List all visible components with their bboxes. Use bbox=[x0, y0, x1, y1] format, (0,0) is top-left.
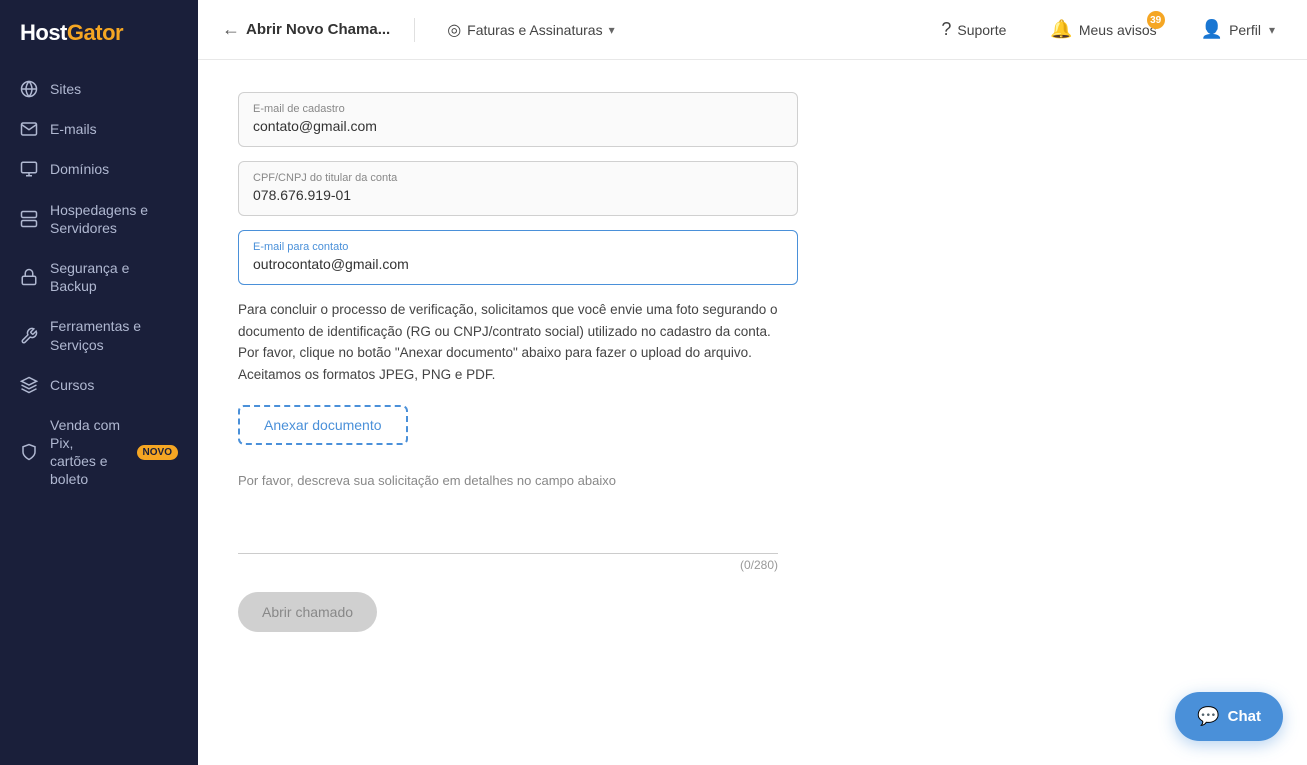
domain-icon bbox=[20, 160, 38, 178]
contact-email-field-container: E-mail para contato bbox=[238, 230, 798, 285]
tools-icon bbox=[20, 327, 38, 345]
attach-document-button[interactable]: Anexar documento bbox=[238, 405, 408, 445]
sidebar-item-hosting[interactable]: Hospedagens e Servidores bbox=[8, 191, 190, 247]
verification-info-text: Para concluir o processo de verificação,… bbox=[238, 299, 778, 385]
sidebar-item-sell[interactable]: Venda com Pix, cartões e boleto NOVO bbox=[8, 406, 190, 499]
sidebar-item-label: Segurança e Backup bbox=[50, 259, 178, 295]
billing-menu[interactable]: ◎ Faturas e Assinaturas ▾ bbox=[439, 14, 622, 46]
sidebar-item-emails[interactable]: E-mails bbox=[8, 110, 190, 148]
textarea-wrapper bbox=[238, 496, 778, 554]
char-count: (0/280) bbox=[238, 558, 778, 572]
new-badge: NOVO bbox=[137, 445, 178, 460]
email-field-container: E-mail de cadastro bbox=[238, 92, 798, 147]
cpf-input[interactable] bbox=[253, 187, 783, 203]
profile-label: Perfil bbox=[1229, 22, 1261, 38]
profile-chevron-icon: ▾ bbox=[1269, 23, 1275, 37]
support-button[interactable]: ? Suporte bbox=[933, 13, 1014, 46]
sidebar-item-sites[interactable]: Sites bbox=[8, 70, 190, 108]
sidebar-item-label: Sites bbox=[50, 80, 81, 98]
sidebar-item-domains[interactable]: Domínios bbox=[8, 150, 190, 188]
textarea-placeholder-label: Por favor, descreva sua solicitação em d… bbox=[238, 473, 778, 488]
page-title: Abrir Novo Chama... bbox=[246, 21, 390, 38]
email-input[interactable] bbox=[253, 118, 783, 134]
support-label: Suporte bbox=[957, 22, 1006, 38]
cpf-field-container: CPF/CNPJ do titular da conta bbox=[238, 161, 798, 216]
sidebar-item-label: Ferramentas e Serviços bbox=[50, 317, 178, 353]
sidebar-item-courses[interactable]: Cursos bbox=[8, 366, 190, 404]
billing-label: Faturas e Assinaturas bbox=[467, 22, 602, 38]
billing-chevron-icon: ▾ bbox=[609, 23, 615, 37]
sidebar-item-label: Venda com Pix, cartões e boleto bbox=[50, 416, 121, 489]
profile-button[interactable]: 👤 Perfil ▾ bbox=[1193, 13, 1283, 46]
header-divider bbox=[414, 18, 415, 42]
chat-button[interactable]: 💬 Chat bbox=[1175, 692, 1283, 741]
email-label: E-mail de cadastro bbox=[253, 103, 783, 115]
sidebar-item-label: Cursos bbox=[50, 376, 94, 394]
logo: HostGator bbox=[0, 0, 198, 70]
notification-count-badge: 39 bbox=[1147, 11, 1165, 29]
sell-icon bbox=[20, 443, 38, 461]
sidebar-item-label: E-mails bbox=[50, 120, 97, 138]
profile-icon: 👤 bbox=[1201, 19, 1223, 40]
description-textarea[interactable] bbox=[238, 496, 778, 544]
back-arrow-icon: ← bbox=[222, 19, 240, 40]
billing-icon: ◎ bbox=[447, 20, 461, 40]
courses-icon bbox=[20, 376, 38, 394]
contact-email-label: E-mail para contato bbox=[253, 241, 783, 253]
notifications-label: Meus avisos bbox=[1079, 22, 1157, 38]
support-icon: ? bbox=[941, 19, 951, 40]
chat-icon: 💬 bbox=[1197, 706, 1219, 727]
form-section: E-mail de cadastro CPF/CNPJ do titular d… bbox=[238, 92, 798, 632]
lock-icon bbox=[20, 268, 38, 286]
content-area: E-mail de cadastro CPF/CNPJ do titular d… bbox=[198, 60, 1307, 765]
sidebar-item-tools[interactable]: Ferramentas e Serviços bbox=[8, 307, 190, 363]
sidebar-nav: Sites E-mails Domínios Hospedagens e Ser… bbox=[0, 70, 198, 765]
contact-email-input[interactable] bbox=[253, 256, 783, 272]
back-button[interactable]: ← Abrir Novo Chama... bbox=[222, 19, 390, 40]
sidebar-item-security[interactable]: Segurança e Backup bbox=[8, 249, 190, 305]
main-area: ← Abrir Novo Chama... ◎ Faturas e Assina… bbox=[198, 0, 1307, 765]
notifications-button[interactable]: 🔔 39 Meus avisos bbox=[1042, 13, 1164, 46]
bell-icon: 🔔 bbox=[1050, 19, 1072, 40]
sidebar-item-label: Domínios bbox=[50, 160, 109, 178]
sidebar: HostGator Sites E-mails Domínios Hospeda… bbox=[0, 0, 198, 765]
cpf-label: CPF/CNPJ do titular da conta bbox=[253, 172, 783, 184]
header: ← Abrir Novo Chama... ◎ Faturas e Assina… bbox=[198, 0, 1307, 60]
email-icon bbox=[20, 120, 38, 138]
chat-label: Chat bbox=[1228, 708, 1261, 725]
server-icon bbox=[20, 210, 38, 228]
submit-button[interactable]: Abrir chamado bbox=[238, 592, 377, 632]
globe-icon bbox=[20, 80, 38, 98]
description-field: Por favor, descreva sua solicitação em d… bbox=[238, 473, 778, 572]
sidebar-item-label: Hospedagens e Servidores bbox=[50, 201, 178, 237]
